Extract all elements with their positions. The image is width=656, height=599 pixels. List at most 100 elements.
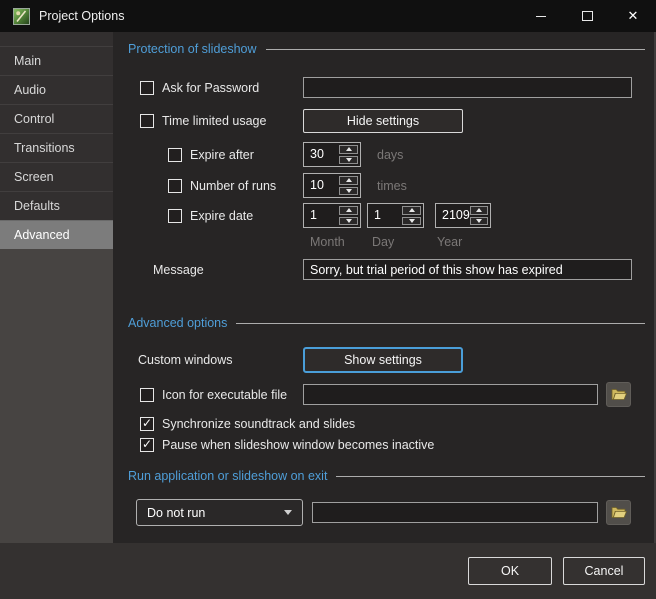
section-divider bbox=[236, 322, 645, 324]
password-input[interactable] bbox=[303, 77, 632, 98]
maximize-button[interactable] bbox=[564, 0, 610, 32]
sidebar-nav: Main Audio Control Transitions Screen De… bbox=[0, 32, 113, 249]
message-label: Message bbox=[153, 262, 204, 277]
spinner-up-button[interactable] bbox=[339, 176, 358, 185]
sidebar-item-main[interactable]: Main bbox=[0, 46, 113, 75]
spinner-down-button[interactable] bbox=[339, 186, 358, 195]
spinner-down-button[interactable] bbox=[339, 155, 358, 164]
expire-date-controls: 1 1 2109 bbox=[303, 203, 491, 228]
protection-section-header: Protection of slideshow bbox=[128, 41, 645, 57]
spinner-down-icon bbox=[345, 218, 352, 223]
browse-icon-button[interactable] bbox=[606, 382, 631, 407]
spinner-buttons bbox=[339, 145, 358, 164]
sidebar-item-defaults[interactable]: Defaults bbox=[0, 191, 113, 220]
pause-inactive-row: Pause when slideshow window becomes inac… bbox=[140, 437, 434, 452]
custom-windows-row: Custom windows bbox=[138, 347, 232, 373]
folder-open-icon bbox=[611, 389, 627, 400]
expire-after-label: Expire after bbox=[190, 147, 254, 162]
spinner-up-icon bbox=[345, 178, 352, 183]
spinner-up-button[interactable] bbox=[339, 206, 358, 215]
expire-date-label: Expire date bbox=[190, 208, 254, 223]
cancel-button[interactable]: Cancel bbox=[563, 557, 645, 585]
project-options-dialog: Project Options ✕ Main Audio Control Tra… bbox=[0, 0, 656, 599]
spinner-up-button[interactable] bbox=[339, 145, 358, 154]
expire-day-value: 1 bbox=[374, 208, 381, 222]
number-of-runs-row: Number of runs bbox=[168, 173, 276, 198]
synchronize-checkbox[interactable] bbox=[140, 416, 154, 431]
spinner-down-button[interactable] bbox=[339, 216, 358, 225]
minimize-button[interactable] bbox=[518, 0, 564, 32]
sidebar-item-control[interactable]: Control bbox=[0, 104, 113, 133]
spinner-buttons bbox=[339, 206, 358, 225]
spinner-down-icon bbox=[408, 218, 415, 223]
expire-month-value: 1 bbox=[310, 208, 317, 222]
time-limited-checkbox[interactable] bbox=[140, 114, 154, 128]
icon-path-input[interactable] bbox=[303, 384, 598, 405]
spinner-up-icon bbox=[475, 208, 482, 213]
sidebar: Main Audio Control Transitions Screen De… bbox=[0, 32, 113, 543]
slideshow-app-icon bbox=[13, 7, 30, 25]
synchronize-label: Synchronize soundtrack and slides bbox=[162, 416, 356, 431]
run-on-exit-path-input[interactable] bbox=[312, 502, 598, 523]
number-of-runs-unit: times bbox=[377, 178, 407, 193]
spinner-up-button[interactable] bbox=[402, 206, 421, 215]
section-divider bbox=[265, 48, 645, 50]
synchronize-row: Synchronize soundtrack and slides bbox=[140, 416, 355, 431]
number-of-runs-value: 10 bbox=[310, 178, 324, 192]
number-of-runs-controls: 10 times bbox=[303, 173, 407, 198]
close-button[interactable]: ✕ bbox=[610, 0, 656, 32]
pause-inactive-label: Pause when slideshow window becomes inac… bbox=[162, 437, 435, 452]
spinner-down-button[interactable] bbox=[402, 216, 421, 225]
icon-for-exe-checkbox[interactable] bbox=[140, 387, 154, 402]
number-of-runs-checkbox[interactable] bbox=[168, 178, 182, 193]
expire-day-spinner[interactable]: 1 bbox=[367, 203, 424, 228]
titlebar: Project Options ✕ bbox=[0, 0, 656, 32]
spinner-up-button[interactable] bbox=[469, 206, 488, 215]
expire-after-spinner[interactable]: 30 bbox=[303, 142, 361, 167]
minimize-icon bbox=[536, 15, 546, 17]
expire-after-checkbox[interactable] bbox=[168, 147, 182, 162]
sidebar-item-advanced[interactable]: Advanced bbox=[0, 220, 113, 249]
ask-for-password-row: Ask for Password bbox=[140, 77, 259, 98]
sidebar-item-audio[interactable]: Audio bbox=[0, 75, 113, 104]
section-divider bbox=[336, 475, 645, 477]
pause-inactive-checkbox[interactable] bbox=[140, 437, 154, 452]
show-settings-button[interactable]: Show settings bbox=[303, 347, 463, 373]
month-caption: Month bbox=[310, 235, 345, 249]
expire-date-checkbox[interactable] bbox=[168, 208, 182, 223]
message-input[interactable] bbox=[303, 259, 632, 280]
content-panel: Protection of slideshow Ask for Password… bbox=[113, 32, 656, 543]
expire-after-controls: 30 days bbox=[303, 142, 403, 167]
expire-year-value: 2109 bbox=[442, 208, 470, 222]
icon-for-exe-label: Icon for executable file bbox=[162, 387, 288, 402]
sidebar-item-screen[interactable]: Screen bbox=[0, 162, 113, 191]
spinner-down-icon bbox=[475, 218, 482, 223]
advanced-section-header: Advanced options bbox=[128, 315, 645, 331]
run-on-exit-dropdown[interactable]: Do not run bbox=[136, 499, 303, 526]
maximize-icon bbox=[581, 11, 593, 21]
spinner-up-icon bbox=[345, 147, 352, 152]
browse-run-target-button[interactable] bbox=[606, 500, 631, 525]
expire-after-unit: days bbox=[377, 147, 404, 162]
custom-windows-label: Custom windows bbox=[138, 353, 233, 367]
ok-button[interactable]: OK bbox=[468, 557, 552, 585]
time-limited-label: Time limited usage bbox=[162, 114, 267, 128]
close-icon: ✕ bbox=[627, 8, 639, 24]
expire-month-spinner[interactable]: 1 bbox=[303, 203, 361, 228]
spinner-down-button[interactable] bbox=[469, 216, 488, 225]
expire-after-value: 30 bbox=[310, 147, 324, 161]
protection-section-title: Protection of slideshow bbox=[128, 42, 257, 56]
year-caption: Year bbox=[437, 235, 463, 249]
dialog-footer: OK Cancel bbox=[0, 543, 656, 599]
hide-settings-button[interactable]: Hide settings bbox=[303, 109, 463, 133]
expire-date-captions: Month Day Year bbox=[113, 235, 656, 249]
advanced-section-title: Advanced options bbox=[128, 316, 228, 330]
spinner-up-icon bbox=[408, 208, 415, 213]
spinner-buttons bbox=[339, 176, 358, 195]
number-of-runs-label: Number of runs bbox=[190, 178, 277, 193]
spinner-up-icon bbox=[345, 208, 352, 213]
expire-year-spinner[interactable]: 2109 bbox=[435, 203, 491, 228]
sidebar-item-transitions[interactable]: Transitions bbox=[0, 133, 113, 162]
ask-for-password-checkbox[interactable] bbox=[140, 80, 154, 95]
number-of-runs-spinner[interactable]: 10 bbox=[303, 173, 361, 198]
